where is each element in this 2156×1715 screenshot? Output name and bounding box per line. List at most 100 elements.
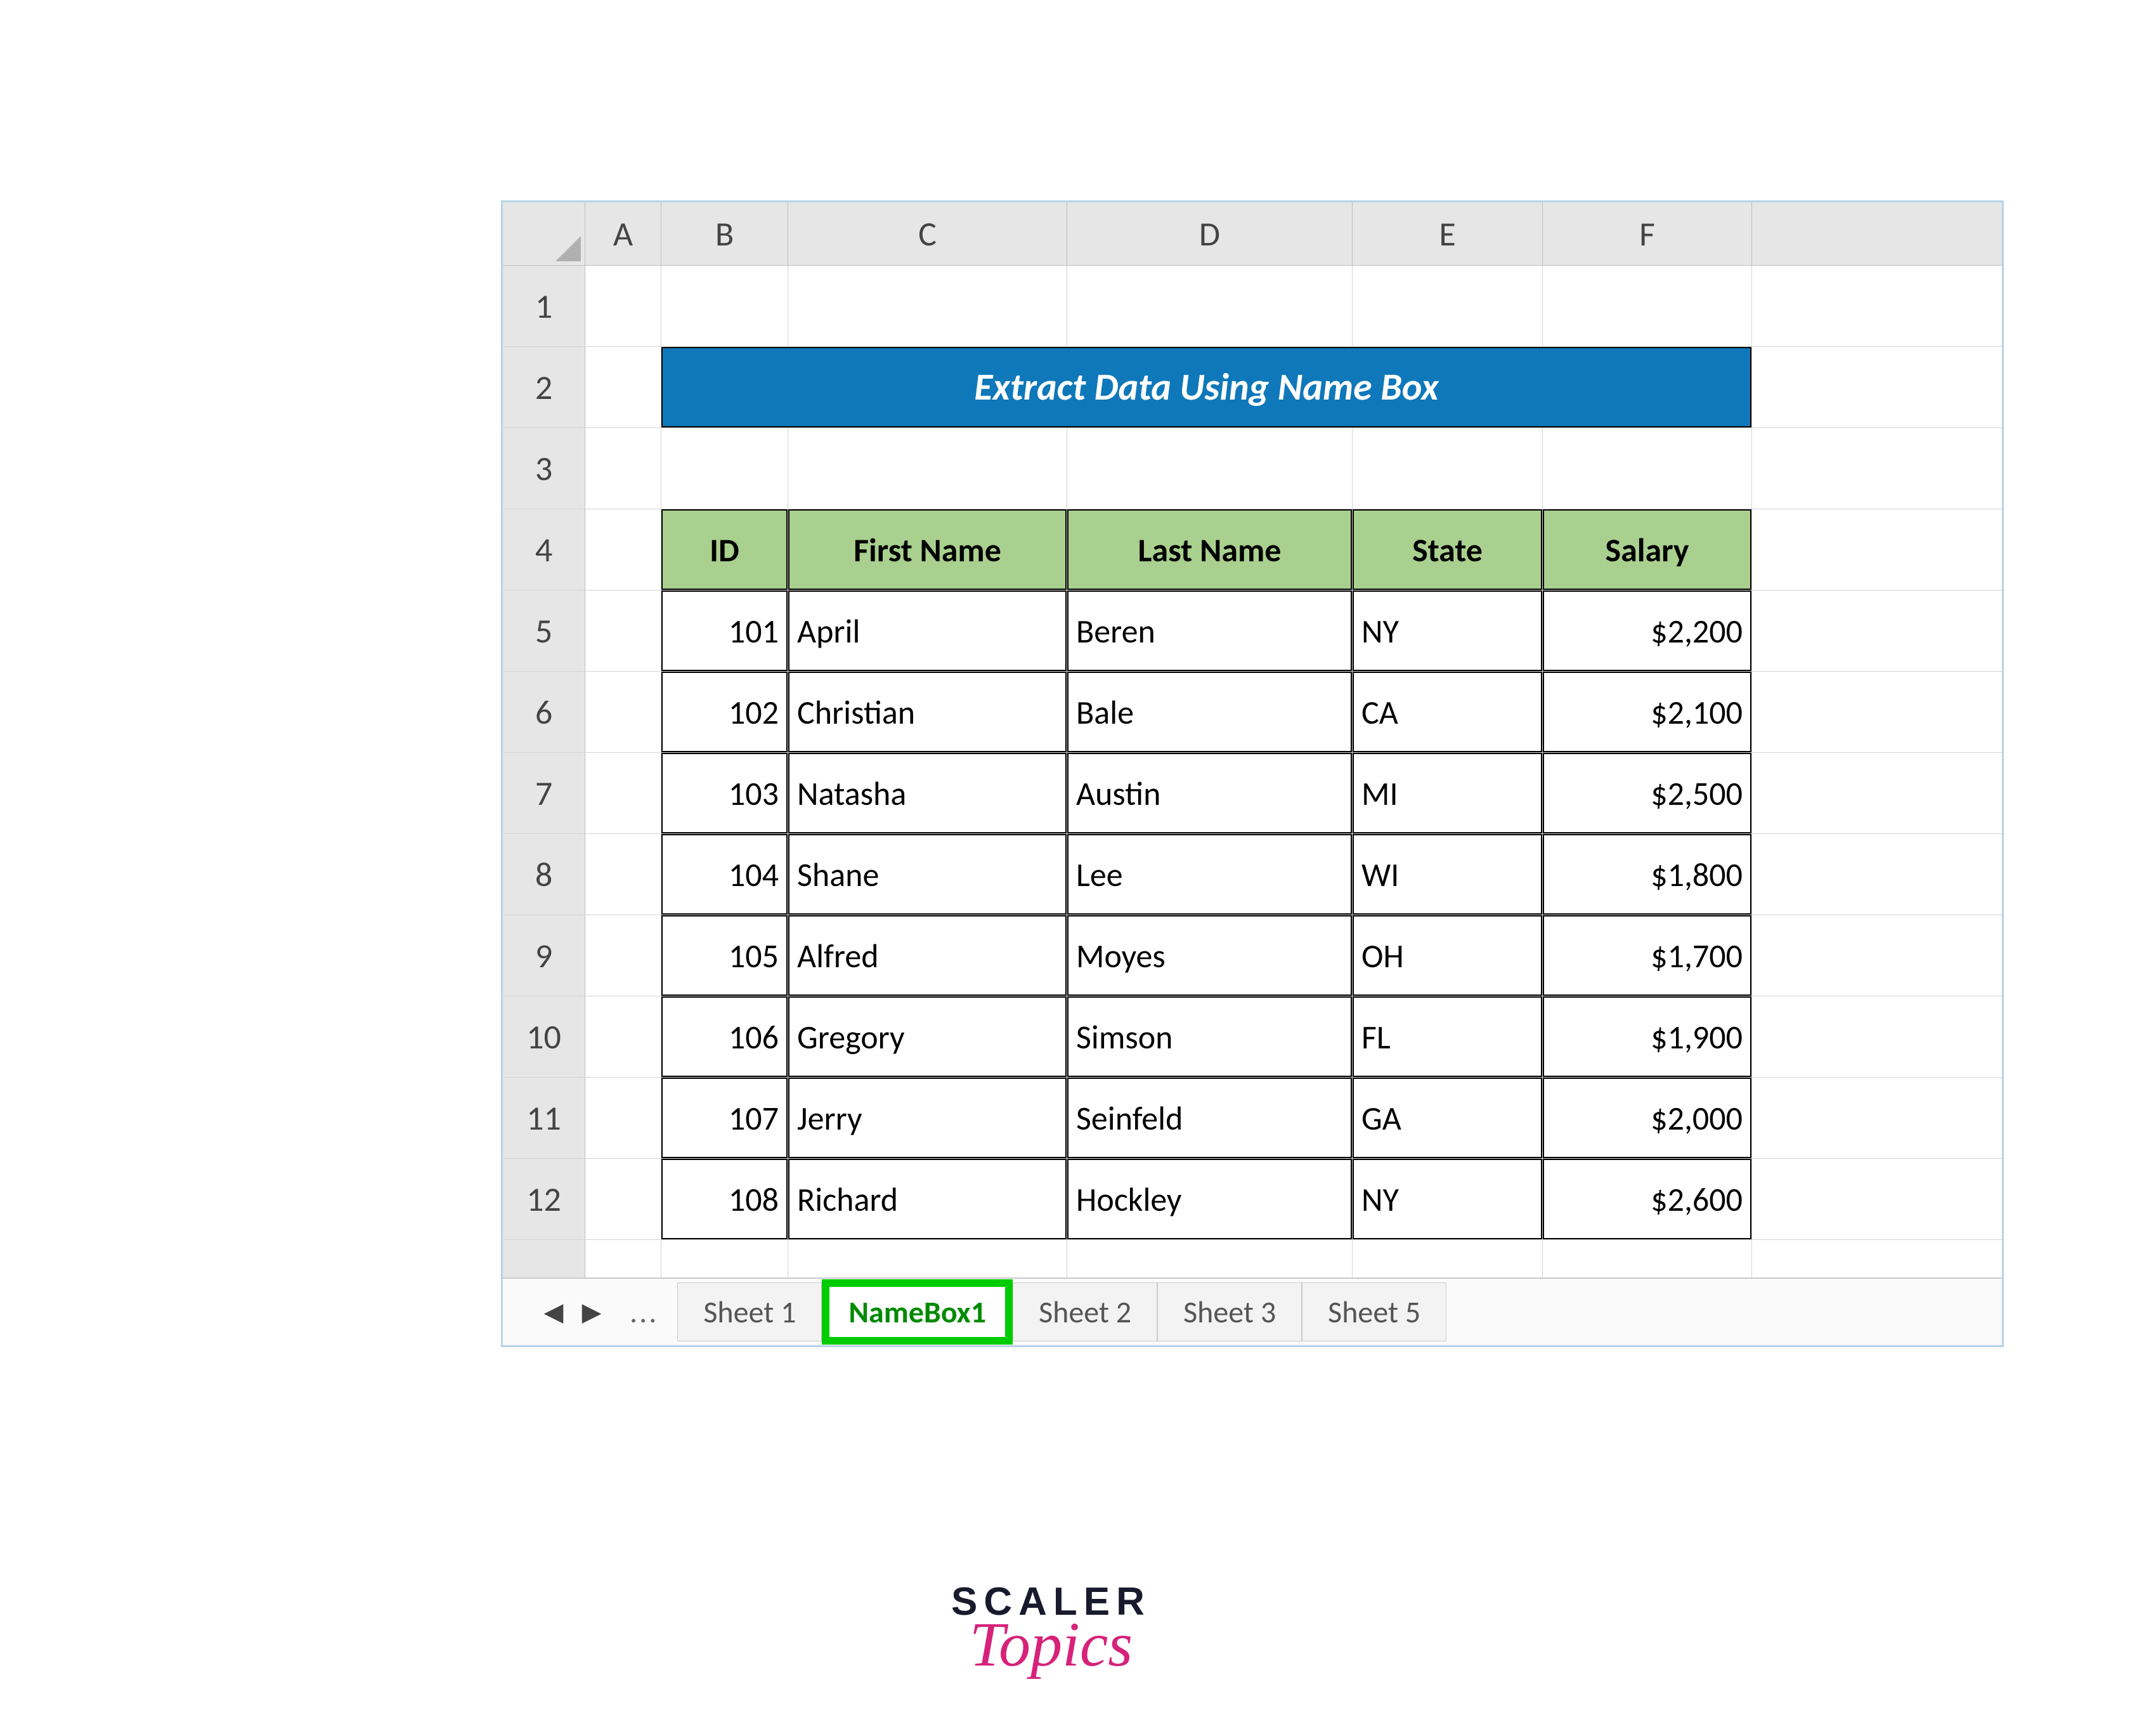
- column-header-extra[interactable]: [1752, 202, 1847, 265]
- tab-nav-prev-icon[interactable]: ◀: [535, 1293, 573, 1331]
- cell-C3[interactable]: [788, 428, 1067, 509]
- cell-partial[interactable]: [585, 1240, 661, 1277]
- cell-F4[interactable]: Salary: [1543, 509, 1752, 590]
- cell-extra-1[interactable]: [1752, 266, 1847, 346]
- cell-C4[interactable]: First Name: [788, 509, 1067, 590]
- cell-B3[interactable]: [661, 428, 788, 509]
- cell-extra-11[interactable]: [1752, 1078, 1847, 1158]
- column-header-E[interactable]: E: [1353, 202, 1543, 265]
- row-header-5[interactable]: 5: [503, 590, 585, 671]
- cell-B4[interactable]: ID: [661, 509, 788, 590]
- cell-A2[interactable]: [585, 347, 661, 427]
- cell-B11[interactable]: 107: [661, 1078, 788, 1158]
- select-all-corner[interactable]: [503, 202, 585, 265]
- banner-cell[interactable]: Extract Data Using Name Box: [661, 347, 1752, 427]
- column-header-A[interactable]: A: [585, 202, 661, 265]
- cell-A7[interactable]: [585, 753, 661, 833]
- cell-E6[interactable]: CA: [1353, 672, 1543, 752]
- cell-D3[interactable]: [1067, 428, 1353, 509]
- cell-extra-4[interactable]: [1752, 509, 1847, 590]
- row-header-partial[interactable]: [503, 1240, 585, 1277]
- row-header-10[interactable]: 10: [503, 996, 585, 1077]
- row-header-1[interactable]: 1: [503, 266, 585, 346]
- cell-E1[interactable]: [1353, 266, 1543, 346]
- cell-A8[interactable]: [585, 834, 661, 915]
- cell-D12[interactable]: Hockley: [1067, 1159, 1353, 1239]
- column-header-C[interactable]: C: [788, 202, 1067, 265]
- cell-extra-12[interactable]: [1752, 1159, 1847, 1239]
- cell-A6[interactable]: [585, 672, 661, 752]
- cell-C6[interactable]: Christian: [788, 672, 1067, 752]
- cell-D11[interactable]: Seinfeld: [1067, 1078, 1353, 1158]
- cell-E7[interactable]: MI: [1353, 753, 1543, 833]
- cell-A12[interactable]: [585, 1159, 661, 1239]
- cell-F6[interactable]: $2,100: [1543, 672, 1752, 752]
- cell-C11[interactable]: Jerry: [788, 1078, 1067, 1158]
- cell-F5[interactable]: $2,200: [1543, 590, 1752, 671]
- cell-D10[interactable]: Simson: [1067, 996, 1353, 1077]
- cell-F10[interactable]: $1,900: [1543, 996, 1752, 1077]
- cell-D5[interactable]: Beren: [1067, 590, 1353, 671]
- cell-E10[interactable]: FL: [1353, 996, 1543, 1077]
- cell-F8[interactable]: $1,800: [1543, 834, 1752, 915]
- row-header-3[interactable]: 3: [503, 428, 585, 509]
- cell-D4[interactable]: Last Name: [1067, 509, 1353, 590]
- cell-D1[interactable]: [1067, 266, 1353, 346]
- cell-extra-6[interactable]: [1752, 672, 1847, 752]
- cell-B6[interactable]: 102: [661, 672, 788, 752]
- row-header-12[interactable]: 12: [503, 1159, 585, 1239]
- cell-A10[interactable]: [585, 996, 661, 1077]
- cell-C12[interactable]: Richard: [788, 1159, 1067, 1239]
- row-header-4[interactable]: 4: [503, 509, 585, 590]
- cell-partial[interactable]: [1067, 1240, 1353, 1277]
- cell-E11[interactable]: GA: [1353, 1078, 1543, 1158]
- cell-B12[interactable]: 108: [661, 1159, 788, 1239]
- tab-nav-next-icon[interactable]: ▶: [573, 1293, 611, 1331]
- cell-A11[interactable]: [585, 1078, 661, 1158]
- cell-F3[interactable]: [1543, 428, 1752, 509]
- cell-partial[interactable]: [788, 1240, 1067, 1277]
- tab-namebox1[interactable]: NameBox1: [822, 1279, 1013, 1345]
- cell-C5[interactable]: April: [788, 590, 1067, 671]
- tab-sheet-5[interactable]: Sheet 5: [1302, 1282, 1446, 1341]
- tab-overflow-ellipsis[interactable]: ...: [611, 1293, 677, 1331]
- cell-B9[interactable]: 105: [661, 915, 788, 996]
- cell-C9[interactable]: Alfred: [788, 915, 1067, 996]
- cell-extra-2[interactable]: [1752, 347, 1847, 427]
- cell-E3[interactable]: [1353, 428, 1543, 509]
- cell-D6[interactable]: Bale: [1067, 672, 1353, 752]
- row-header-8[interactable]: 8: [503, 834, 585, 915]
- column-header-F[interactable]: F: [1543, 202, 1752, 265]
- cell-extra-9[interactable]: [1752, 915, 1847, 996]
- row-header-2[interactable]: 2: [503, 347, 585, 427]
- cell-extra-5[interactable]: [1752, 590, 1847, 671]
- cell-E4[interactable]: State: [1353, 509, 1543, 590]
- cell-B10[interactable]: 106: [661, 996, 788, 1077]
- cell-partial[interactable]: [661, 1240, 788, 1277]
- cell-D9[interactable]: Moyes: [1067, 915, 1353, 996]
- cell-F7[interactable]: $2,500: [1543, 753, 1752, 833]
- cell-F1[interactable]: [1543, 266, 1752, 346]
- cell-D7[interactable]: Austin: [1067, 753, 1353, 833]
- cell-E12[interactable]: NY: [1353, 1159, 1543, 1239]
- cell-B5[interactable]: 101: [661, 590, 788, 671]
- cell-D8[interactable]: Lee: [1067, 834, 1353, 915]
- cell-partial[interactable]: [1353, 1240, 1543, 1277]
- tab-sheet-2[interactable]: Sheet 2: [1013, 1282, 1157, 1341]
- cell-A3[interactable]: [585, 428, 661, 509]
- column-header-B[interactable]: B: [661, 202, 788, 265]
- cell-C10[interactable]: Gregory: [788, 996, 1067, 1077]
- row-header-11[interactable]: 11: [503, 1078, 585, 1158]
- cell-C1[interactable]: [788, 266, 1067, 346]
- cell-extra-10[interactable]: [1752, 996, 1847, 1077]
- cell-F11[interactable]: $2,000: [1543, 1078, 1752, 1158]
- cell-A1[interactable]: [585, 266, 661, 346]
- tab-sheet-1[interactable]: Sheet 1: [677, 1282, 822, 1341]
- cell-E8[interactable]: WI: [1353, 834, 1543, 915]
- cell-extra-8[interactable]: [1752, 834, 1847, 915]
- cell-partial[interactable]: [1543, 1240, 1752, 1277]
- cell-B7[interactable]: 103: [661, 753, 788, 833]
- cell-extra-7[interactable]: [1752, 753, 1847, 833]
- cell-extra-3[interactable]: [1752, 428, 1847, 509]
- cell-C8[interactable]: Shane: [788, 834, 1067, 915]
